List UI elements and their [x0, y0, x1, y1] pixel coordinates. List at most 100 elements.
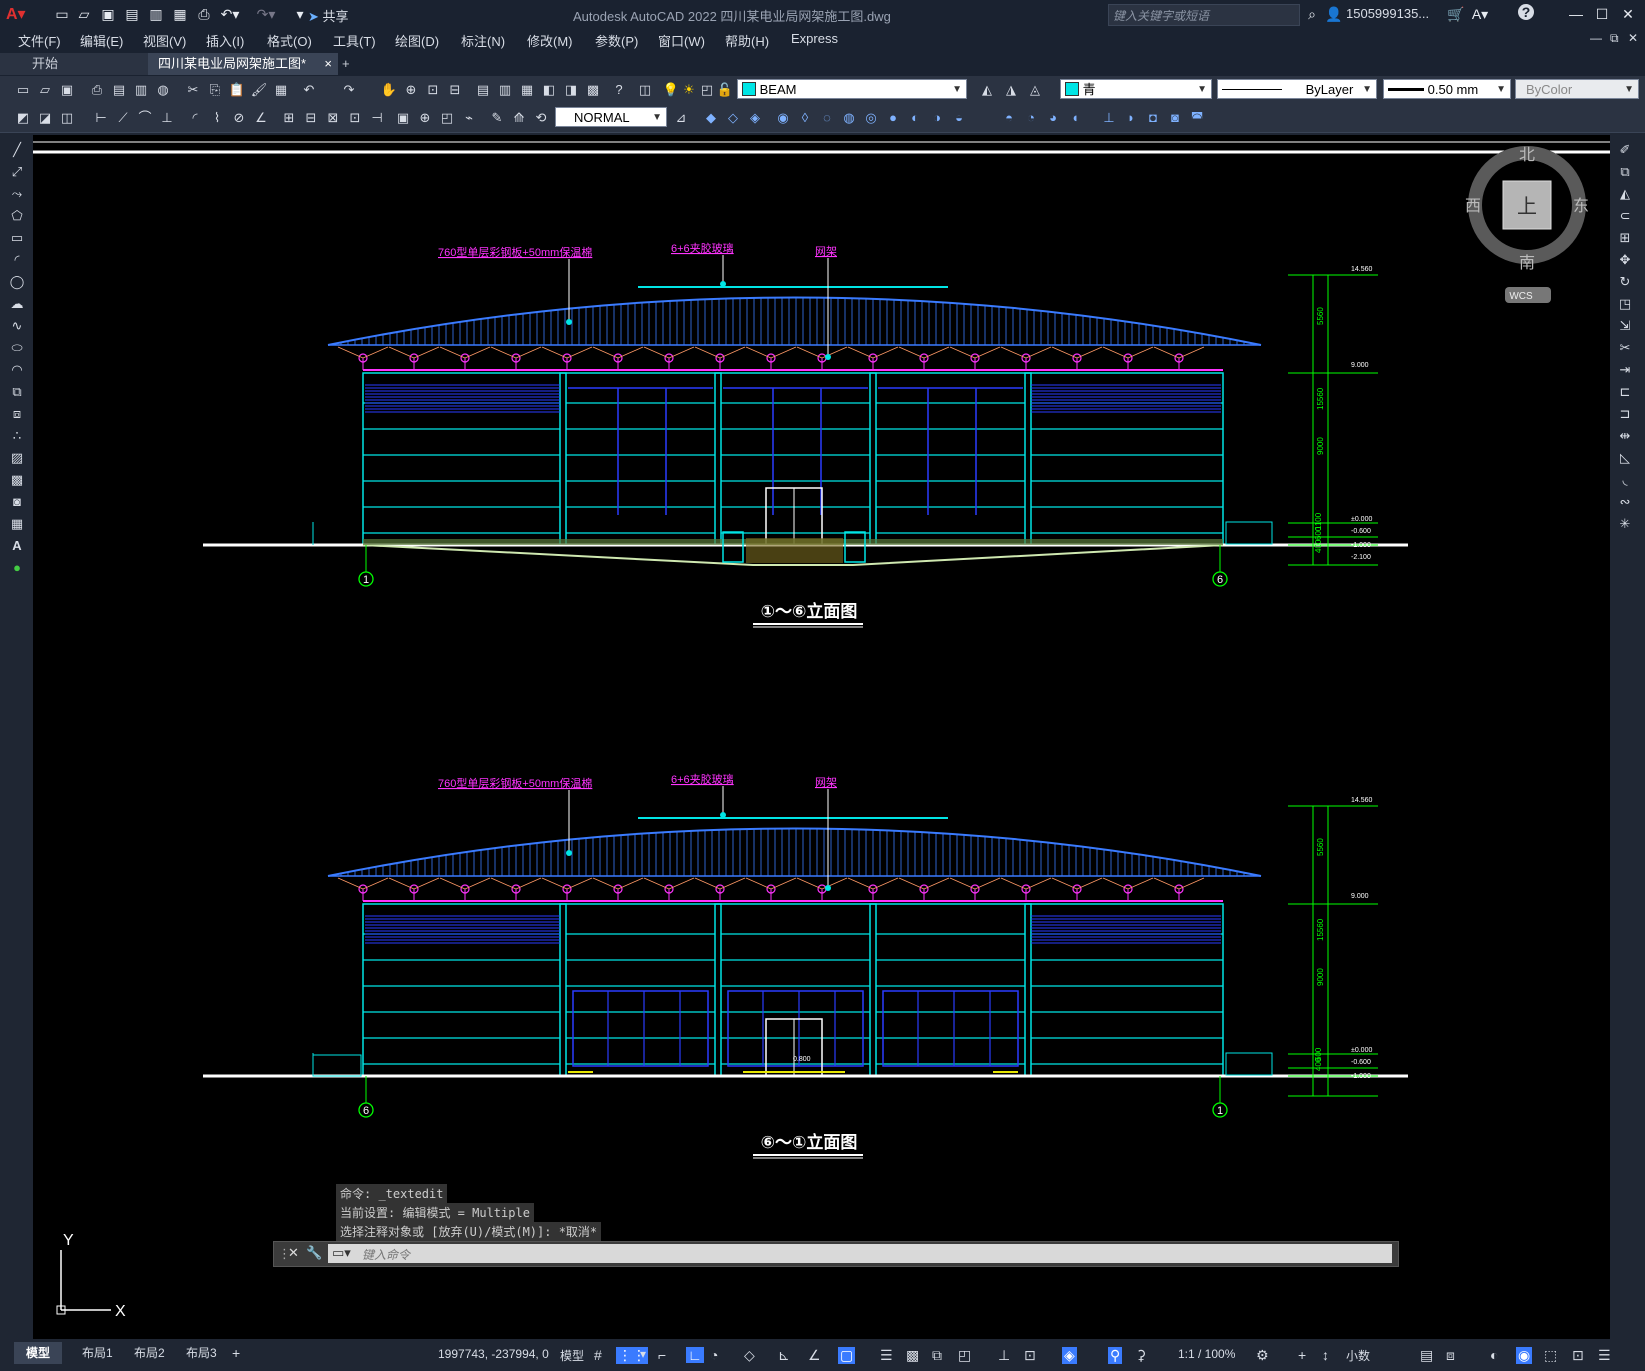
ucs-b-icon[interactable]: ◗: [1122, 109, 1140, 127]
user-icon[interactable]: 👤: [1324, 4, 1344, 24]
copy-object-icon[interactable]: ⧉: [1616, 163, 1634, 181]
view-c-icon[interactable]: ◈: [746, 109, 764, 127]
ucs-c-icon[interactable]: ◘: [1144, 109, 1162, 127]
move-icon[interactable]: ✥: [1616, 251, 1634, 269]
view-k-icon[interactable]: ◑: [928, 109, 946, 127]
new-icon[interactable]: ▭: [52, 4, 72, 24]
doc-minimize-icon[interactable]: —: [1590, 31, 1602, 45]
lineweight-icon[interactable]: ☰: [880, 1347, 893, 1364]
ucs-toggle-icon[interactable]: ⊥: [998, 1347, 1010, 1364]
explode-icon[interactable]: ✳: [1616, 515, 1634, 533]
center-mark-icon[interactable]: ⊕: [416, 109, 434, 127]
ellipse-icon[interactable]: ⬭: [8, 339, 26, 357]
clean-screen-icon[interactable]: ⬚: [1544, 1347, 1557, 1364]
workspace-icon[interactable]: ⚙: [1256, 1347, 1269, 1364]
annotation-scale-icon[interactable]: ⚳: [1136, 1347, 1146, 1364]
save-icon[interactable]: ▣: [98, 4, 118, 24]
view-e-icon[interactable]: ◊: [796, 109, 814, 127]
menu-view[interactable]: 视图(V): [143, 31, 186, 50]
cut-icon[interactable]: ✂: [184, 81, 202, 99]
add-layout-icon[interactable]: +: [232, 1342, 240, 1364]
color-dropdown[interactable]: 青 ▼: [1060, 79, 1212, 99]
zoom-previous-icon[interactable]: ⊟: [446, 81, 464, 99]
view-h-icon[interactable]: ◎: [862, 109, 880, 127]
menu-insert[interactable]: 插入(I): [206, 31, 244, 50]
array-icon[interactable]: ⊞: [1616, 229, 1634, 247]
erase-icon[interactable]: ✐: [1616, 141, 1634, 159]
fullscreen-icon[interactable]: ⊡: [1572, 1347, 1584, 1364]
layer-dropdown[interactable]: BEAM ▼: [737, 79, 967, 99]
help-tool-icon[interactable]: ?: [610, 81, 628, 99]
isolate-icon[interactable]: ◐: [1490, 1347, 1498, 1363]
viewcube-south[interactable]: 南: [1519, 254, 1535, 272]
revcloud-icon[interactable]: ☁: [8, 295, 26, 313]
menu-modify[interactable]: 修改(M): [527, 31, 573, 50]
jogged-linear-icon[interactable]: ⌁: [460, 109, 478, 127]
command-input[interactable]: ▭▾ 键入命令: [328, 1244, 1392, 1263]
qnew-icon[interactable]: ▭: [14, 81, 32, 99]
circle-icon[interactable]: ◯: [8, 273, 26, 291]
tolerance-icon[interactable]: ▣: [394, 109, 412, 127]
spline-icon[interactable]: ∿: [8, 317, 26, 335]
search-input[interactable]: 键入关键字或短语: [1113, 7, 1209, 24]
pan-icon[interactable]: ✋: [380, 81, 398, 99]
menu-format[interactable]: 格式(O): [267, 31, 312, 50]
table-icon[interactable]: ▦: [8, 515, 26, 533]
autodesk-icon[interactable]: A▾: [1470, 4, 1490, 24]
plotstyle-dropdown[interactable]: ByColor ▼: [1515, 79, 1639, 99]
chamfer-icon[interactable]: ◺: [1616, 449, 1634, 467]
units-value[interactable]: 小数: [1346, 1347, 1370, 1364]
mirror-icon[interactable]: ◭: [1616, 185, 1634, 203]
quick-dim-icon[interactable]: ⊞: [280, 109, 298, 127]
autocad-logo-icon[interactable]: A▾: [6, 4, 26, 24]
ucs-d-icon[interactable]: ◙: [1166, 109, 1184, 127]
dim-break-icon[interactable]: ⊣: [368, 109, 386, 127]
offset-icon[interactable]: ⊂: [1616, 207, 1634, 225]
tab-close-icon[interactable]: ×: [324, 53, 332, 75]
viewcube[interactable]: 上 北 南 东 西 WCS: [1465, 146, 1589, 303]
command-close-icon[interactable]: ✕: [288, 1245, 299, 1261]
continue-dim-icon[interactable]: ⊠: [324, 109, 342, 127]
fillet-icon[interactable]: ◟: [1616, 471, 1634, 489]
blend-icon[interactable]: ∾: [1616, 493, 1634, 511]
visual-c-icon[interactable]: ◕: [1044, 109, 1062, 127]
undo-tool-icon[interactable]: ↶: [300, 81, 318, 99]
save-file-icon[interactable]: ▣: [58, 81, 76, 99]
polygon-icon[interactable]: ⬠: [8, 207, 26, 225]
make-block-icon[interactable]: ⧈: [8, 405, 26, 423]
markup-icon[interactable]: ◨: [562, 81, 580, 99]
layer-lock-icon[interactable]: 🔓: [716, 81, 734, 99]
join-icon[interactable]: ⇹: [1616, 427, 1634, 445]
radius-dim-icon[interactable]: ◜: [186, 109, 204, 127]
region-icon[interactable]: ◙: [8, 493, 26, 511]
view-g-icon[interactable]: ◍: [840, 109, 858, 127]
construction-line-icon[interactable]: ⤢: [8, 163, 26, 181]
visual-b-icon[interactable]: ◔: [1022, 109, 1040, 127]
zoom-window-icon[interactable]: ⊡: [424, 81, 442, 99]
arc-icon[interactable]: ◜: [8, 251, 26, 269]
hatch-icon[interactable]: ▨: [8, 449, 26, 467]
import-icon[interactable]: ▥: [146, 4, 166, 24]
viewcube-west[interactable]: 西: [1465, 198, 1481, 215]
extend-icon[interactable]: ⇥: [1616, 361, 1634, 379]
menu-file[interactable]: 文件(F): [18, 31, 61, 50]
dynamic-ucs-icon[interactable]: ∠: [808, 1347, 821, 1364]
trim-icon[interactable]: ✂: [1616, 339, 1634, 357]
save-as-icon[interactable]: ▤: [122, 4, 142, 24]
tab-layout3[interactable]: 布局3: [178, 1342, 225, 1364]
linear-dim-icon[interactable]: ⊢: [92, 109, 110, 127]
lineweight-dropdown[interactable]: 0.50 mm ▼: [1383, 79, 1511, 99]
share-button[interactable]: ➤ 共享: [308, 6, 349, 25]
menu-help[interactable]: 帮助(H): [725, 31, 769, 50]
osnap-icon[interactable]: ▢: [838, 1347, 856, 1364]
tab-start[interactable]: 开始: [0, 53, 148, 75]
close-icon[interactable]: ✕: [1618, 4, 1638, 24]
annotation-visibility-icon[interactable]: ⚲: [1108, 1347, 1123, 1364]
rectangle-icon[interactable]: ▭: [8, 229, 26, 247]
viewcube-north[interactable]: 北: [1519, 146, 1535, 164]
view-b-icon[interactable]: ◇: [724, 109, 742, 127]
linetype-dropdown[interactable]: ByLayer ▼: [1217, 79, 1377, 99]
doc-close-icon[interactable]: ✕: [1628, 31, 1638, 45]
quick-properties-icon[interactable]: ▤: [1420, 1347, 1433, 1364]
snap-menu-icon[interactable]: ▾: [640, 1347, 646, 1361]
